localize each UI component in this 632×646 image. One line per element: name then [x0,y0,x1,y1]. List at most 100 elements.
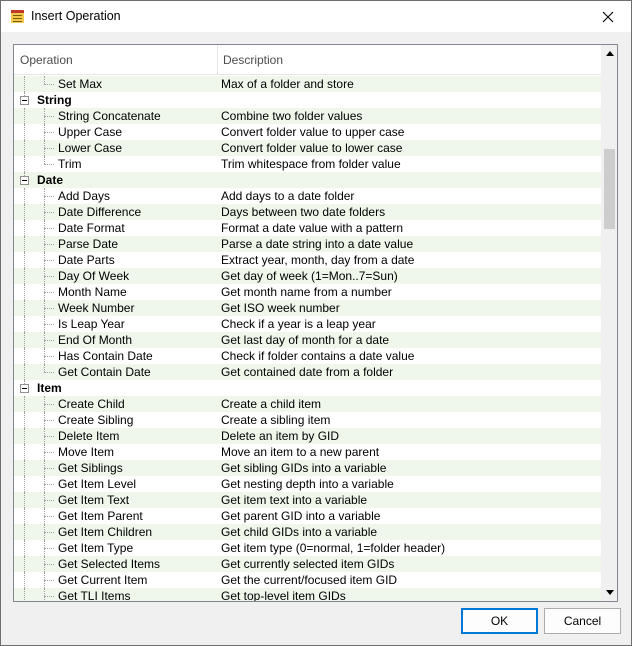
operation-description: Convert folder value to lower case [221,141,403,155]
tree-line [24,540,25,556]
category-row[interactable]: Date [14,172,601,188]
operation-name: Get Selected Items [58,557,161,571]
operation-description: Convert folder value to upper case [221,125,405,139]
list-item[interactable]: Set Max Max of a folder and store [14,76,601,92]
tree-line [44,76,45,84]
cancel-button[interactable]: Cancel [544,608,621,634]
operation-name: Get Item Level [58,477,137,491]
list-item[interactable]: Trim Trim whitespace from folder value [14,156,601,172]
operation-description: Days between two date folders [221,205,386,219]
list-item[interactable]: Move Item Move an item to a new parent [14,444,601,460]
collapse-minus-icon[interactable] [20,176,29,185]
ok-button[interactable]: OK [461,608,538,634]
tree-line [44,532,54,533]
operation-name: Date Parts [58,253,115,267]
tree-line [44,372,54,373]
operation-name: Get Item Children [58,525,153,539]
list-item[interactable]: Get Item Level Get nesting depth into a v… [14,476,601,492]
tree-line [44,564,54,565]
scroll-down-arrow[interactable] [601,584,617,601]
tree-line [24,556,25,572]
column-header-operation[interactable]: Operation [14,45,218,75]
list-item[interactable]: Date Difference Days between two date fol… [14,204,601,220]
operation-description: Create a child item [221,397,322,411]
operation-description: Create a sibling item [221,413,331,427]
list-item[interactable]: Create Child Create a child item [14,396,601,412]
tree-line [44,468,54,469]
list-item[interactable]: Add Days Add days to a date folder [14,188,601,204]
collapse-minus-icon[interactable] [20,384,29,393]
operation-name: Parse Date [58,237,119,251]
operation-name: Week Number [58,301,135,315]
operation-description: Get contained date from a folder [221,365,394,379]
list-item[interactable]: Get Siblings Get sibling GIDs into a vari… [14,460,601,476]
operation-description: Check if folder contains a date value [221,349,415,363]
list-item[interactable]: Week Number Get ISO week number [14,300,601,316]
scroll-up-arrow[interactable] [601,45,617,62]
list-item[interactable]: String Concatenate Combine two folder val… [14,108,601,124]
operation-description: Delete an item by GID [221,429,340,443]
tree-line [24,268,25,284]
operation-description: Get month name from a number [221,285,392,299]
tree-line [24,364,25,380]
close-button[interactable] [585,1,631,32]
operation-name: Get Siblings [58,461,123,475]
tree-line [24,412,25,428]
tree-line [44,404,54,405]
list-item[interactable]: Date Format Format a date value with a pa… [14,220,601,236]
operation-description: Get the current/focused item GID [221,573,398,587]
operation-description: Get day of week (1=Mon..7=Sun) [221,269,398,283]
list-item[interactable]: Get Current Item Get the current/focused … [14,572,601,588]
tree-line [44,548,54,549]
operation-name: Upper Case [58,125,123,139]
list-item[interactable]: Get Item Children Get child GIDs into a v… [14,524,601,540]
scroll-thumb[interactable] [604,149,615,229]
tree-line [44,364,45,372]
list-item[interactable]: Upper Case Convert folder value to upper … [14,124,601,140]
list-item[interactable]: Month Name Get month name from a number [14,284,601,300]
list-item[interactable]: Is Leap Year Check if a year is a leap ye… [14,316,601,332]
tree-line [24,300,25,316]
list-item[interactable]: Has Contain Date Check if folder contains… [14,348,601,364]
tree-line [44,484,54,485]
operation-description: Get sibling GIDs into a variable [221,461,387,475]
list-item[interactable]: Get TLI Items Get top-level item GIDs [14,588,601,601]
list-item[interactable]: Get Item Parent Get parent GID into a var… [14,508,601,524]
list-item[interactable]: Get Contain Date Get contained date from … [14,364,601,380]
tree-line [24,124,25,140]
operation-list[interactable]: Operation Description Set Max Max of a fo… [13,44,618,602]
operation-description: Combine two folder values [221,109,363,123]
list-rows: Set Max Max of a folder and store String St… [14,76,601,601]
operation-description: Check if a year is a leap year [221,317,376,331]
category-label: Date [37,173,64,187]
collapse-minus-icon[interactable] [20,96,29,105]
tree-line [24,188,25,204]
list-item[interactable]: Create Sibling Create a sibling item [14,412,601,428]
list-item[interactable]: Parse Date Parse a date string into a dat… [14,236,601,252]
operation-description: Get parent GID into a variable [221,509,381,523]
operation-description: Format a date value with a pattern [221,221,404,235]
operation-name: Create Child [58,397,125,411]
title-bar: Insert Operation [1,1,631,32]
list-item[interactable]: End Of Month Get last day of month for a … [14,332,601,348]
tree-line [44,212,54,213]
tree-line [44,580,54,581]
list-item[interactable]: Get Item Text Get item text into a variab… [14,492,601,508]
tree-line [44,340,54,341]
list-item[interactable]: Lower Case Convert folder value to lower … [14,140,601,156]
column-header-description[interactable]: Description [218,45,601,75]
vertical-scrollbar[interactable] [601,45,617,601]
insert-operation-dialog: Insert Operation Operation Description S… [0,0,632,646]
tree-line [44,436,54,437]
list-item[interactable]: Date Parts Extract year, month, day from … [14,252,601,268]
category-row[interactable]: Item [14,380,601,396]
list-item[interactable]: Get Selected Items Get currently selected… [14,556,601,572]
tree-line [24,236,25,252]
tree-line [44,244,54,245]
list-item[interactable]: Get Item Type Get item type (0=normal, 1=… [14,540,601,556]
list-item[interactable]: Day Of Week Get day of week (1=Mon..7=Sun… [14,268,601,284]
tree-line [24,492,25,508]
list-item[interactable]: Delete Item Delete an item by GID [14,428,601,444]
category-row[interactable]: String [14,92,601,108]
tree-line [24,508,25,524]
